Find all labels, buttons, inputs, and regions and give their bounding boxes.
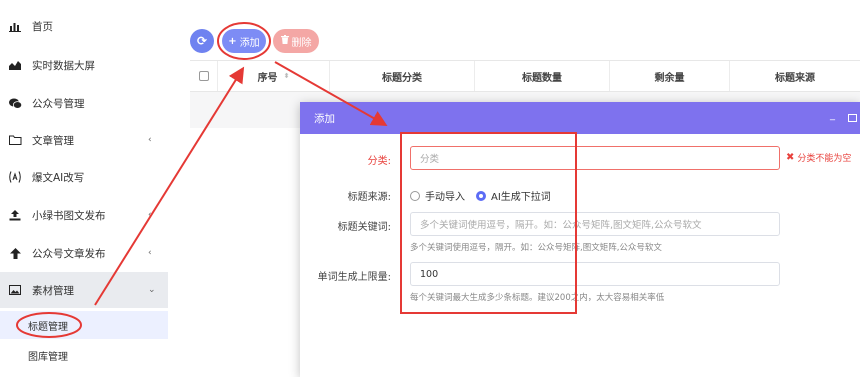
sidebar-item-label: 公众号管理 [32, 97, 85, 110]
sidebar-item-ai-rewrite[interactable]: 爆文AI改写 [0, 159, 168, 195]
trash-icon [280, 35, 289, 47]
sidebar-subitem-gallery-management[interactable]: 图库管理 [0, 341, 168, 369]
category-label: 分类: [367, 156, 391, 167]
column-header-label: 剩余量 [654, 72, 685, 84]
column-header-label: 标题分类 [382, 72, 422, 84]
sidebar-item-label: 爆文AI改写 [32, 171, 85, 184]
column-header-category: 标题分类 [330, 61, 475, 91]
select-all-cell [190, 61, 218, 91]
keywords-hint: 多个关键词使用逗号，隔开。如：公众号矩阵,图文矩阵,公众号软文 [410, 243, 662, 253]
folder-icon [8, 133, 22, 147]
wechat-icon [8, 96, 22, 110]
keywords-label: 标题关键词: [337, 222, 391, 233]
source-radio-manual[interactable]: 手动导入 [410, 188, 465, 203]
source-radio-ai[interactable]: AI生成下拉词 [476, 188, 551, 203]
maximize-icon[interactable] [848, 114, 857, 122]
sidebar-item-label: 公众号文章发布 [32, 247, 106, 260]
column-header-label: 标题数量 [522, 72, 562, 84]
chevron-left-icon: ‹ [148, 135, 152, 145]
column-header-index[interactable]: 序号 ⬍ [218, 61, 330, 91]
dialog-header: 添加 _ [300, 102, 860, 134]
refresh-icon: ⟳ [196, 34, 208, 48]
radio-off-icon [410, 190, 420, 201]
sidebar-item-label: 素材管理 [32, 284, 74, 297]
limit-label: 单词生成上限量: [317, 272, 391, 283]
sidebar-item-label: 小绿书图文发布 [32, 209, 106, 222]
limit-input[interactable]: 100 [410, 262, 780, 286]
image-icon [8, 283, 22, 297]
sort-icon[interactable]: ⬍ [284, 72, 290, 80]
error-icon: ✖ [786, 152, 795, 163]
category-error: ✖ 分类不能为空 [786, 151, 851, 164]
column-header-remaining: 剩余量 [610, 61, 730, 91]
sidebar-item-materials[interactable]: 素材管理 ⌄ [0, 272, 168, 308]
keywords-input[interactable]: 多个关键词使用逗号，隔开。如：公众号矩阵,图文矩阵,公众号软文 [410, 212, 780, 236]
delete-button-label: 删除 [291, 37, 312, 49]
column-header-source: 标题来源 [730, 61, 860, 91]
sidebar-item-realtime-screen[interactable]: 实时数据大屏 [0, 47, 168, 83]
sidebar-subitem-label: 标题管理 [28, 321, 68, 333]
select-all-checkbox[interactable] [198, 71, 209, 81]
delete-button[interactable]: 删除 [273, 29, 319, 53]
plus-icon: + [228, 35, 237, 47]
column-header-label: 标题来源 [775, 72, 815, 84]
radio-label: AI生成下拉词 [491, 192, 551, 203]
add-dialog: 添加 _ 分类: 分类 ✖ 分类不能为空 标题来源: 手动导入 AI生成下拉词 … [300, 102, 860, 377]
dialog-title: 添加 [314, 113, 335, 125]
source-label: 标题来源: [347, 192, 391, 203]
chevron-down-icon: ⌄ [148, 285, 156, 295]
sidebar-item-label: 实时数据大屏 [32, 59, 95, 72]
sidebar-subitem-title-management[interactable]: 标题管理 [0, 311, 168, 339]
category-error-text: 分类不能为空 [797, 154, 852, 164]
bar-chart-icon [8, 19, 22, 33]
table-header: 序号 ⬍ 标题分类 标题数量 剩余量 标题来源 [190, 60, 860, 92]
sidebar-subitem-label: 图库管理 [28, 351, 68, 363]
ai-icon [8, 170, 22, 184]
refresh-button[interactable]: ⟳ [190, 29, 214, 53]
arrow-up-icon [8, 246, 22, 260]
radio-on-icon [476, 190, 486, 201]
add-button[interactable]: + 添加 [222, 29, 266, 53]
sidebar-item-articles[interactable]: 文章管理 ‹ [0, 122, 168, 158]
sidebar-item-label: 文章管理 [32, 134, 74, 147]
radio-label: 手动导入 [425, 192, 465, 203]
upload-icon [8, 208, 22, 222]
column-header-count: 标题数量 [475, 61, 610, 91]
add-button-label: 添加 [239, 37, 260, 49]
sidebar-item-xiaolvshu-publish[interactable]: 小绿书图文发布 ‹ [0, 197, 168, 233]
area-chart-icon [8, 58, 22, 72]
sidebar-item-home[interactable]: 首页 [0, 8, 168, 44]
category-input[interactable]: 分类 [410, 146, 780, 170]
chevron-left-icon: ‹ [148, 248, 152, 258]
column-header-label: 序号 [257, 72, 278, 84]
sidebar-item-official-accounts[interactable]: 公众号管理 [0, 85, 168, 121]
sidebar: 首页 实时数据大屏 公众号管理 文章管理 ‹ 爆文AI改写 小绿书图文发布 ‹ … [0, 0, 170, 377]
chevron-left-icon: ‹ [148, 210, 152, 220]
limit-hint: 每个关键词最大生成多少条标题。建议200之内，太大容易相关率低 [410, 293, 665, 303]
sidebar-item-article-publish[interactable]: 公众号文章发布 ‹ [0, 235, 168, 271]
sidebar-item-label: 首页 [32, 20, 53, 33]
minimize-icon[interactable]: _ [830, 110, 835, 121]
